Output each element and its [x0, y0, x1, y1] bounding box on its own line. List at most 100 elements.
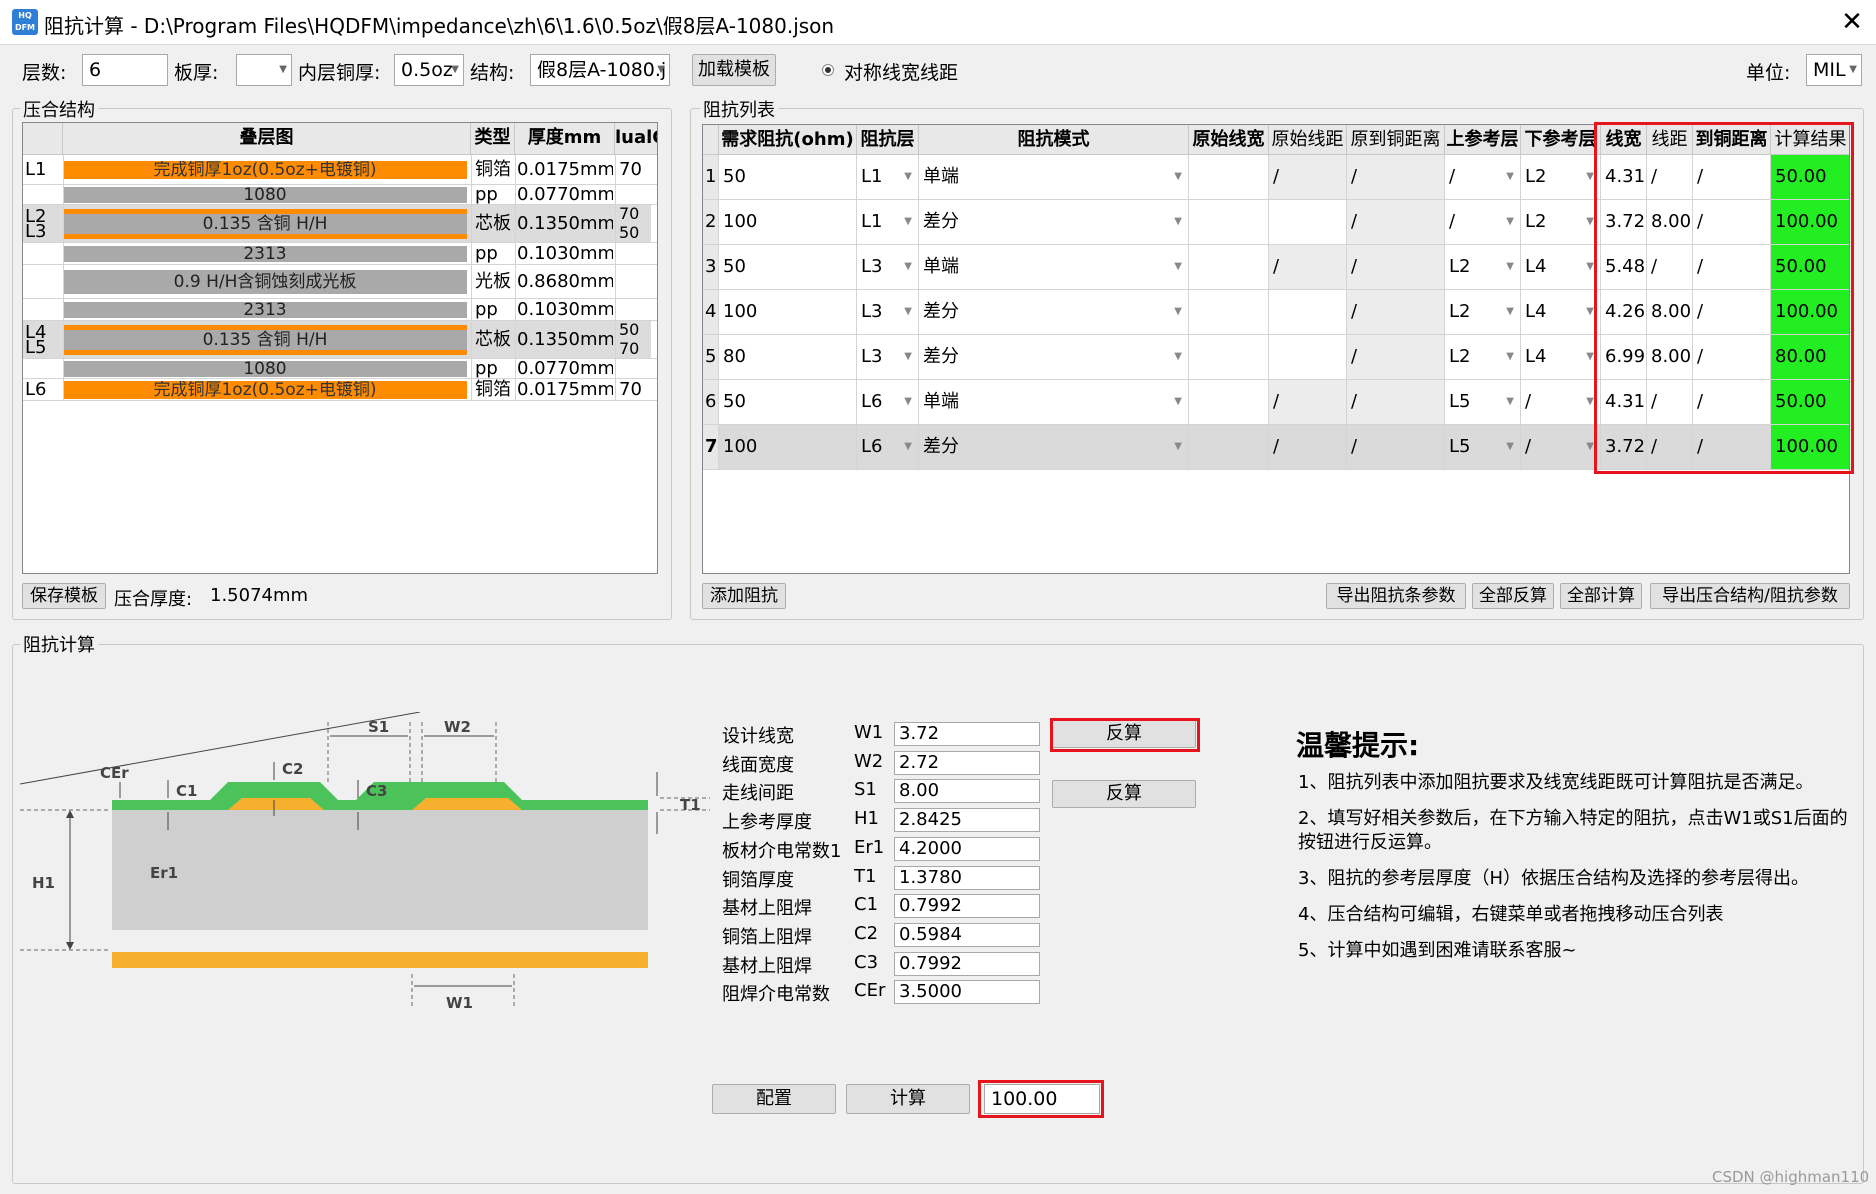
impedance-cell-top[interactable]: L2 ▼	[1445, 245, 1521, 290]
param-input-t1[interactable]: 1.3780	[894, 865, 1040, 890]
impedance-cell-ow[interactable]	[1189, 245, 1269, 290]
impedance-cell-bot[interactable]: L4 ▼	[1521, 290, 1601, 335]
param-input-er1[interactable]: 4.2000	[894, 836, 1040, 861]
impedance-cell-mode[interactable]: 差分 ▼	[919, 200, 1189, 245]
impedance-cell-mode[interactable]: 单端 ▼	[919, 380, 1189, 425]
param-input-h1[interactable]: 2.8425	[894, 808, 1040, 833]
impedance-cell-mode[interactable]: 单端 ▼	[919, 245, 1189, 290]
impedance-cell-ow[interactable]	[1189, 380, 1269, 425]
symmetric-radio[interactable]	[822, 64, 834, 76]
close-icon[interactable]: ✕	[1836, 6, 1868, 38]
impedance-cell-os[interactable]	[1269, 290, 1347, 335]
param-input-c2[interactable]: 0.5984	[894, 922, 1040, 947]
stack-row[interactable]: 1080 pp 0.0770mm	[23, 358, 657, 379]
export-stack-params-button[interactable]: 导出压合结构/阻抗参数	[1650, 583, 1850, 609]
param-input-c3[interactable]: 0.7992	[894, 951, 1040, 976]
chevron-down-icon: ▼	[657, 64, 665, 75]
impedance-cell-mode[interactable]: 差分 ▼	[919, 335, 1189, 380]
impedance-cell-layer[interactable]: L6 ▼	[857, 380, 919, 425]
impedance-cell-req[interactable]: 50	[719, 155, 857, 200]
impedance-cell-top[interactable]: L2 ▼	[1445, 290, 1521, 335]
layers-input[interactable]: 6	[82, 54, 168, 86]
grid-line	[63, 155, 64, 185]
inner-copper-select[interactable]: 0.5oz ▼	[394, 54, 464, 86]
impedance-cell-bot[interactable]: / ▼	[1521, 425, 1601, 470]
impedance-cell-mode[interactable]: 差分 ▼	[919, 290, 1189, 335]
param-input-w2[interactable]: 2.72	[894, 750, 1040, 775]
impedance-cell-req[interactable]: 100	[719, 290, 857, 335]
impedance-cell-n: 1	[703, 155, 719, 200]
impedance-cell-mode[interactable]: 单端 ▼	[919, 155, 1189, 200]
stack-row[interactable]: L2 L3 0.135 含铜 H/H 芯板 0.1350mm 70 50	[23, 205, 657, 243]
impedance-cell-req[interactable]: 50	[719, 245, 857, 290]
impedance-cell-req[interactable]: 100	[719, 425, 857, 470]
param-input-s1[interactable]: 8.00	[894, 779, 1040, 804]
impedance-cell-oc[interactable]: /	[1347, 380, 1445, 425]
impedance-cell-bot[interactable]: L2 ▼	[1521, 155, 1601, 200]
impedance-cell-oc[interactable]: /	[1347, 290, 1445, 335]
impedance-cell-layer[interactable]: L1 ▼	[857, 155, 919, 200]
unit-select[interactable]: MIL ▼	[1806, 54, 1862, 86]
stack-row[interactable]: 0.9 H/H含铜蚀刻成光板 光板 0.8680mm	[23, 265, 657, 299]
save-template-button[interactable]: 保存模板	[22, 583, 106, 609]
impedance-cell-layer[interactable]: L3 ▼	[857, 335, 919, 380]
param-input-c1[interactable]: 0.7992	[894, 894, 1040, 919]
stack-row[interactable]: L1 完成铜厚1oz(0.5oz+电镀铜) 铜箔 0.0175mm 70	[23, 155, 657, 185]
impedance-cell-top[interactable]: / ▼	[1445, 155, 1521, 200]
structure-select[interactable]: 假8层A-1080.j ▼	[530, 54, 670, 86]
impedance-cell-oc[interactable]: /	[1347, 200, 1445, 245]
impedance-cell-os[interactable]	[1269, 335, 1347, 380]
stack-row[interactable]: 2313 pp 0.1030mm	[23, 299, 657, 321]
impedance-cell-os[interactable]: /	[1269, 155, 1347, 200]
reverse-all-button[interactable]: 全部反算	[1472, 583, 1554, 609]
impedance-cell-ow[interactable]	[1189, 200, 1269, 245]
impedance-cell-oc[interactable]: /	[1347, 425, 1445, 470]
config-button[interactable]: 配置	[712, 1084, 836, 1114]
stackup-table[interactable]: 叠层图 类型 厚度mm lualCo L1 完成铜厚1oz(0.5oz+电镀铜) 铜…	[22, 122, 658, 574]
impedance-cell-ow[interactable]	[1189, 155, 1269, 200]
impedance-cell-top[interactable]: L5 ▼	[1445, 425, 1521, 470]
impedance-cell-req[interactable]: 100	[719, 200, 857, 245]
impedance-cell-ow[interactable]	[1189, 335, 1269, 380]
impedance-cell-os[interactable]: /	[1269, 245, 1347, 290]
load-template-button[interactable]: 加载模板	[692, 54, 776, 86]
reverse-s1-button[interactable]: 反算	[1052, 780, 1196, 808]
calc-button[interactable]: 计算	[846, 1084, 970, 1114]
impedance-cell-os[interactable]: /	[1269, 425, 1347, 470]
impedance-cell-ow[interactable]	[1189, 425, 1269, 470]
param-symbol: C1	[854, 894, 879, 916]
impedance-cell-bot[interactable]: L4 ▼	[1521, 335, 1601, 380]
impedance-cell-os[interactable]	[1269, 200, 1347, 245]
add-impedance-button[interactable]: 添加阻抗	[702, 583, 786, 609]
impedance-cell-req[interactable]: 80	[719, 335, 857, 380]
impedance-cell-bot[interactable]: / ▼	[1521, 380, 1601, 425]
impedance-cell-top[interactable]: / ▼	[1445, 200, 1521, 245]
impedance-cell-mode[interactable]: 差分 ▼	[919, 425, 1189, 470]
calc-all-button[interactable]: 全部计算	[1560, 583, 1642, 609]
impedance-cell-bot[interactable]: L2 ▼	[1521, 200, 1601, 245]
param-input-w1[interactable]: 3.72	[894, 722, 1040, 746]
impedance-cell-oc[interactable]: /	[1347, 155, 1445, 200]
stack-row[interactable]: L4 L5 0.135 含铜 H/H 芯板 0.1350mm 50 70	[23, 321, 657, 359]
impedance-cell-layer[interactable]: L1 ▼	[857, 200, 919, 245]
impedance-cell-os[interactable]: /	[1269, 380, 1347, 425]
impedance-cell-bot[interactable]: L4 ▼	[1521, 245, 1601, 290]
impedance-cell-req[interactable]: 50	[719, 380, 857, 425]
target-impedance-input[interactable]: 100.00	[984, 1084, 1100, 1114]
impedance-cell-layer[interactable]: L3 ▼	[857, 290, 919, 335]
impedance-cell-oc[interactable]: /	[1347, 245, 1445, 290]
impedance-cell-oc[interactable]: /	[1347, 335, 1445, 380]
param-input-cer[interactable]: 3.5000	[894, 980, 1040, 1005]
stack-row[interactable]: L6 完成铜厚1oz(0.5oz+电镀铜) 铜箔 0.0175mm 70	[23, 379, 657, 401]
impedance-cell-top[interactable]: L2 ▼	[1445, 335, 1521, 380]
export-bar-params-button[interactable]: 导出阻抗条参数	[1326, 583, 1466, 609]
stack-row[interactable]: 1080 pp 0.0770mm	[23, 184, 657, 205]
board-thickness-select[interactable]: ▼	[236, 54, 292, 86]
impedance-column-header: 原到铜距离	[1347, 125, 1445, 155]
impedance-cell-text: L2	[1525, 211, 1547, 232]
impedance-cell-layer[interactable]: L3 ▼	[857, 245, 919, 290]
impedance-cell-ow[interactable]	[1189, 290, 1269, 335]
stack-row[interactable]: 2313 pp 0.1030mm	[23, 243, 657, 265]
impedance-cell-layer[interactable]: L6 ▼	[857, 425, 919, 470]
impedance-cell-top[interactable]: L5 ▼	[1445, 380, 1521, 425]
